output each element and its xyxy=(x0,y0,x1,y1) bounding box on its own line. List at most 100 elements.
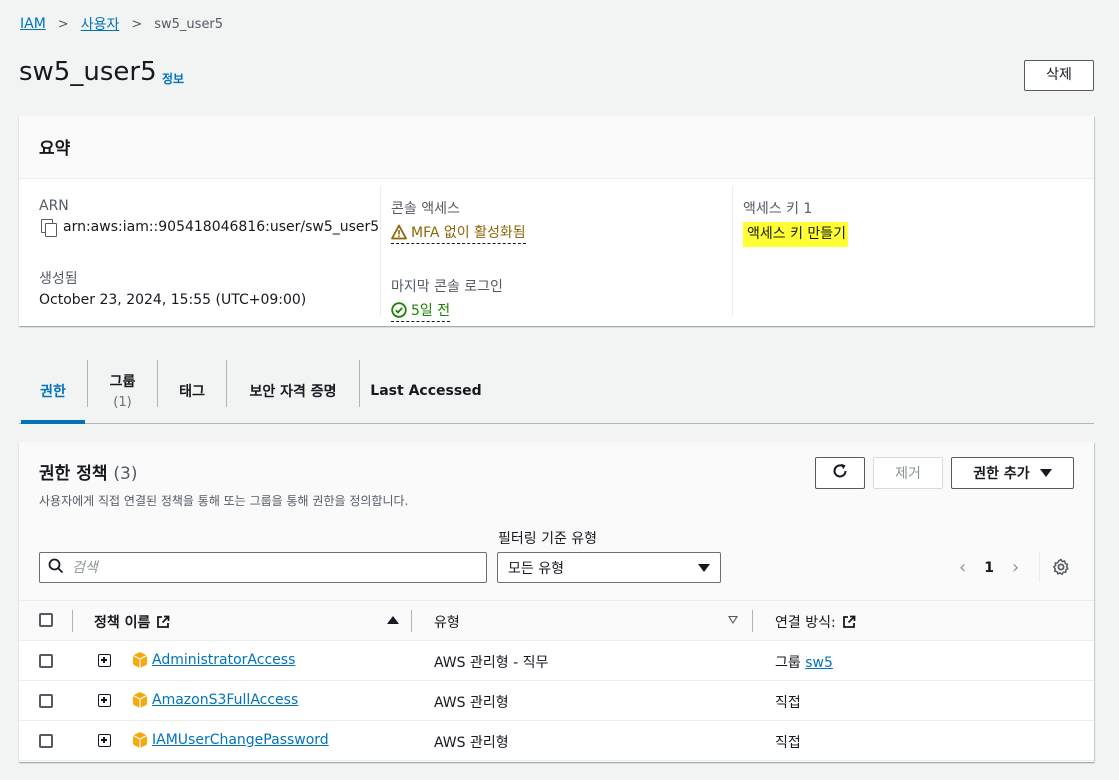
delete-button[interactable]: 삭제 xyxy=(1024,60,1094,91)
column-header-label: 유형 xyxy=(434,615,460,631)
summary-title: 요약 xyxy=(19,116,1094,179)
last-login-label: 마지막 콘솔 로그인 xyxy=(391,279,503,295)
add-permissions-label: 권한 추가 xyxy=(973,466,1030,482)
row-checkbox[interactable] xyxy=(39,694,53,708)
pager-divider xyxy=(1039,552,1040,582)
external-link-icon xyxy=(156,615,170,629)
breadcrumb-current: sw5_user5 xyxy=(154,16,224,32)
search-field[interactable] xyxy=(39,552,487,583)
caret-down-icon xyxy=(1039,469,1052,477)
tab-label: 보안 자격 증명 xyxy=(249,383,337,400)
created-label: 생성됨 xyxy=(39,271,78,287)
table-row[interactable]: AdministratorAccess AWS 관리형 - 직무 그룹 sw5 xyxy=(19,641,1094,681)
policy-type: AWS 관리형 xyxy=(434,695,509,711)
console-access-row: MFA 없이 활성화됨 xyxy=(391,222,732,244)
policy-name-link[interactable]: AdministratorAccess xyxy=(152,652,295,668)
refresh-button[interactable] xyxy=(815,457,865,489)
tab-groups[interactable]: 그룹 (1) xyxy=(88,358,157,423)
column-header-policy-name[interactable]: 정책 이름 xyxy=(94,612,170,632)
permissions-count: (3) xyxy=(113,464,138,484)
chevron-left-icon[interactable]: ‹ xyxy=(959,557,966,578)
copy-icon[interactable] xyxy=(39,218,57,237)
arn-value: arn:aws:iam::905418046816:user/sw5_user5 xyxy=(63,219,380,235)
column-header-attached-via[interactable]: 연결 방식: xyxy=(775,612,856,632)
search-icon xyxy=(48,558,64,578)
created-value: October 23, 2024, 15:55 (UTC+09:00) xyxy=(39,292,307,308)
tab-label: 그룹 xyxy=(109,374,136,390)
policy-type: AWS 관리형 xyxy=(434,735,509,751)
create-access-key-link[interactable]: 액세스 키 만들기 xyxy=(743,222,849,247)
tab-label: 권한 xyxy=(40,383,66,400)
expand-icon[interactable] xyxy=(98,654,111,667)
add-permissions-button[interactable]: 권한 추가 xyxy=(951,457,1074,489)
column-header-label: 정책 이름 xyxy=(94,615,151,631)
page-number[interactable]: 1 xyxy=(984,560,994,576)
attached-via: 직접 xyxy=(775,695,801,711)
tab-label: 태그 xyxy=(179,383,205,400)
table-row[interactable]: AmazonS3FullAccess AWS 관리형 직접 xyxy=(19,681,1094,721)
tab-count: (1) xyxy=(113,395,132,410)
breadcrumb-separator-icon: > xyxy=(131,16,143,32)
tab-tags[interactable]: 태그 xyxy=(158,358,226,423)
breadcrumb-separator-icon: > xyxy=(57,16,69,32)
expand-icon[interactable] xyxy=(98,734,111,747)
gear-icon[interactable] xyxy=(1052,558,1070,580)
console-access-status[interactable]: MFA 없이 활성화됨 xyxy=(391,222,526,244)
permissions-title: 권한 정책 (3) xyxy=(39,459,138,484)
column-header-label: 연결 방식: xyxy=(775,615,836,631)
row-checkbox[interactable] xyxy=(39,654,53,668)
refresh-icon xyxy=(831,462,849,484)
console-access-value: MFA 없이 활성화됨 xyxy=(411,225,526,241)
page-title: sw5_user5 xyxy=(19,57,157,87)
filter-type-selected: 모든 유형 xyxy=(508,560,564,577)
policy-cube-icon xyxy=(132,651,148,673)
warning-icon xyxy=(391,224,407,240)
breadcrumb-iam[interactable]: IAM xyxy=(20,16,46,32)
arn-label: ARN xyxy=(39,198,69,214)
expand-icon[interactable] xyxy=(98,694,111,707)
select-all-checkbox[interactable] xyxy=(39,613,53,627)
policy-type: AWS 관리형 - 직무 xyxy=(434,655,549,671)
attached-via: 직접 xyxy=(775,735,801,751)
policy-cube-icon xyxy=(132,731,148,753)
check-circle-icon xyxy=(391,302,407,318)
sort-ascending-icon[interactable] xyxy=(387,616,399,624)
remove-button[interactable]: 제거 xyxy=(873,457,943,489)
permissions-description: 사용자에게 직접 연결된 정책을 통해 또는 그룹을 통해 권한을 정의합니다. xyxy=(39,494,409,508)
pagination: ‹ 1 › xyxy=(959,557,1019,578)
chevron-right-icon[interactable]: › xyxy=(1012,557,1019,578)
row-checkbox[interactable] xyxy=(39,734,53,748)
last-login-row: 5일 전 xyxy=(391,300,732,322)
sort-descending-icon[interactable] xyxy=(728,616,738,624)
filter-type-select[interactable]: 모든 유형 xyxy=(497,552,721,583)
tab-security-credentials[interactable]: 보안 자격 증명 xyxy=(227,358,359,423)
caret-down-icon xyxy=(698,564,710,572)
summary-panel: 요약 ARN arn:aws:iam::905418046816:user/sw… xyxy=(19,116,1094,326)
access-key-row: 액세스 키 만들기 xyxy=(743,222,1094,247)
policy-name-link[interactable]: AmazonS3FullAccess xyxy=(152,692,298,708)
column-divider xyxy=(72,610,73,632)
tab-last-accessed[interactable]: Last Accessed xyxy=(360,358,492,423)
access-key-label: 액세스 키 1 xyxy=(743,201,813,217)
column-divider xyxy=(752,610,753,632)
summary-column-3: 액세스 키 1 액세스 키 만들기 xyxy=(733,186,1094,316)
last-login-status[interactable]: 5일 전 xyxy=(391,300,451,322)
attached-via-prefix: 그룹 xyxy=(775,655,801,671)
attached-via: 그룹 sw5 xyxy=(775,652,833,672)
tab-permissions[interactable]: 권한 xyxy=(19,358,87,424)
filter-type-label: 필터링 기준 유형 xyxy=(498,531,598,547)
summary-column-1: ARN arn:aws:iam::905418046816:user/sw5_u… xyxy=(19,186,381,316)
search-input[interactable] xyxy=(72,559,452,576)
table-row[interactable]: IAMUserChangePassword AWS 관리형 직접 xyxy=(19,721,1094,761)
info-link[interactable]: 정보 xyxy=(162,70,184,87)
table-header: 정책 이름 유형 연결 방식: xyxy=(19,600,1094,641)
summary-column-2: 콘솔 액세스 MFA 없이 활성화됨 마지막 콘솔 로그인 5일 전 xyxy=(381,186,733,322)
breadcrumb-users[interactable]: 사용자 xyxy=(81,14,120,34)
external-link-icon xyxy=(842,615,856,629)
column-header-type[interactable]: 유형 xyxy=(434,612,460,632)
policy-cube-icon xyxy=(132,691,148,713)
policy-name-link[interactable]: IAMUserChangePassword xyxy=(152,732,329,748)
permissions-panel: 권한 정책 (3) 사용자에게 직접 연결된 정책을 통해 또는 그룹을 통해 … xyxy=(19,442,1094,762)
attached-group-link[interactable]: sw5 xyxy=(805,655,833,671)
tab-bar: 권한 그룹 (1) 태그 보안 자격 증명 Last Accessed xyxy=(19,358,1094,424)
